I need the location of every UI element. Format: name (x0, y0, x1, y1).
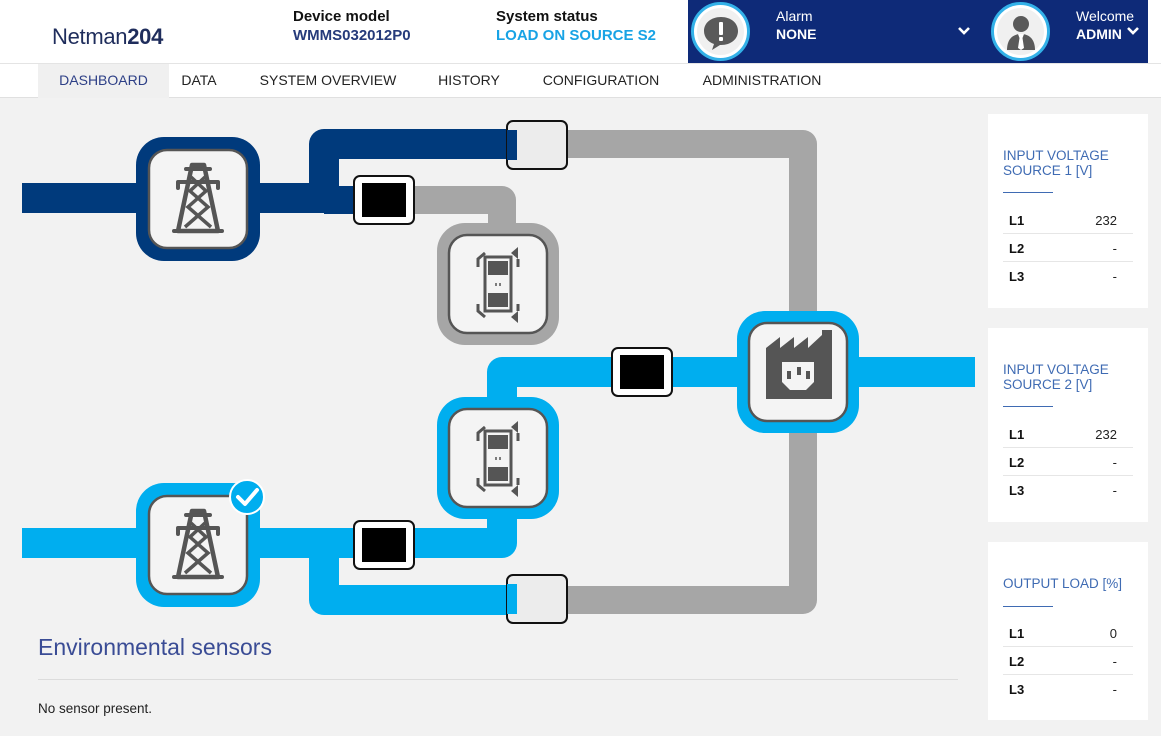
phase-label: L2 (1009, 455, 1025, 470)
alarm-label: Alarm (776, 8, 813, 24)
phase-value: - (1112, 455, 1117, 470)
panel-title-line1: INPUT VOLTAGE (1003, 362, 1109, 377)
tab-administration[interactable]: ADMINISTRATION (690, 64, 834, 98)
tab-dashboard[interactable]: DASHBOARD (38, 64, 169, 98)
phase-value: - (1112, 654, 1117, 669)
phase-value: - (1112, 483, 1117, 498)
phase-label: L1 (1009, 427, 1025, 442)
panel-title-underline (1003, 606, 1053, 607)
phase-label: L3 (1009, 682, 1025, 697)
power-flow-diagram (22, 120, 975, 624)
alarm-text[interactable]: Alarm NONE (776, 8, 816, 42)
phase-label: L1 (1009, 213, 1025, 228)
system-status-value: LOAD ON SOURCE S2 (496, 27, 657, 44)
table-row: L3 - (1003, 476, 1133, 504)
tab-configuration[interactable]: CONFIGURATION (533, 64, 669, 98)
system-status-block: System status LOAD ON SOURCE S2 (496, 8, 656, 44)
user-avatar-icon (1006, 15, 1035, 50)
chevron-down-icon[interactable] (957, 24, 971, 38)
logo-number: 204 (127, 24, 164, 49)
header: Netman204 Device model WMMS032012P0 Syst… (0, 0, 1161, 63)
divider (38, 679, 958, 680)
panel-title-underline (1003, 192, 1053, 193)
no-sensor-message: No sensor present. (38, 701, 153, 716)
tab-system-overview[interactable]: SYSTEM OVERVIEW (250, 64, 406, 98)
phase-value: - (1112, 241, 1117, 256)
table-row: L3 - (1003, 262, 1133, 290)
phase-value: 232 (1095, 213, 1117, 228)
system-status-label: System status (496, 8, 598, 25)
phase-value: 232 (1095, 427, 1117, 442)
table-row: L1 0 (1003, 619, 1133, 647)
table-row: L1 232 (1003, 206, 1133, 234)
panel-title-line2: SOURCE 2 [V] (1003, 377, 1093, 392)
phase-label: L3 (1009, 269, 1025, 284)
panel-title: OUTPUT LOAD [%] (1003, 576, 1123, 591)
phase-value: - (1112, 269, 1117, 284)
panel-title-line1: INPUT VOLTAGE (1003, 148, 1109, 163)
device-model-block: Device model WMMS032012P0 (293, 8, 411, 44)
tab-data[interactable]: DATA (169, 64, 229, 98)
phase-label: L1 (1009, 626, 1025, 641)
input-voltage-source-1-panel: INPUT VOLTAGE SOURCE 1 [V] L1 232 L2 - L3 - (988, 114, 1148, 308)
panel-title-line2: SOURCE 1 [V] (1003, 163, 1093, 178)
welcome-label: Welcome (1076, 8, 1135, 24)
device-model-value: WMMS032012P0 (293, 27, 411, 44)
check-icon (229, 479, 265, 515)
panel-title-underline (1003, 406, 1053, 407)
alarm-button[interactable] (691, 2, 750, 61)
phase-value: 0 (1109, 626, 1117, 641)
status-bar: Alarm NONE Welcome ADMIN (688, 0, 1148, 63)
phase-label: L2 (1009, 241, 1025, 256)
table-row: L3 - (1003, 675, 1133, 703)
chevron-down-icon[interactable] (1126, 24, 1140, 38)
table-row: L1 232 (1003, 420, 1133, 448)
device-model-label: Device model (293, 8, 390, 25)
phase-label: L2 (1009, 654, 1025, 669)
phase-value: - (1112, 682, 1117, 697)
table-row: L2 - (1003, 234, 1133, 262)
logo: Netman204 (52, 24, 163, 50)
table-row: L2 - (1003, 647, 1133, 675)
logo-text: Netman (52, 24, 128, 49)
tab-history[interactable]: HISTORY (426, 64, 512, 98)
table-row: L2 - (1003, 448, 1133, 476)
environmental-sensors-title: Environmental sensors (38, 634, 272, 660)
input-voltage-source-2-panel: INPUT VOLTAGE SOURCE 2 [V] L1 232 L2 - L3 - (988, 328, 1148, 522)
alarm-bubble-icon (703, 16, 738, 50)
main-nav: DASHBOARD DATA SYSTEM OVERVIEW HISTORY C… (0, 63, 1161, 98)
phase-label: L3 (1009, 483, 1025, 498)
alarm-value: NONE (776, 26, 817, 42)
user-avatar-button[interactable] (991, 2, 1050, 61)
output-load-panel: OUTPUT LOAD [%] L1 0 L2 - L3 - (988, 542, 1148, 720)
